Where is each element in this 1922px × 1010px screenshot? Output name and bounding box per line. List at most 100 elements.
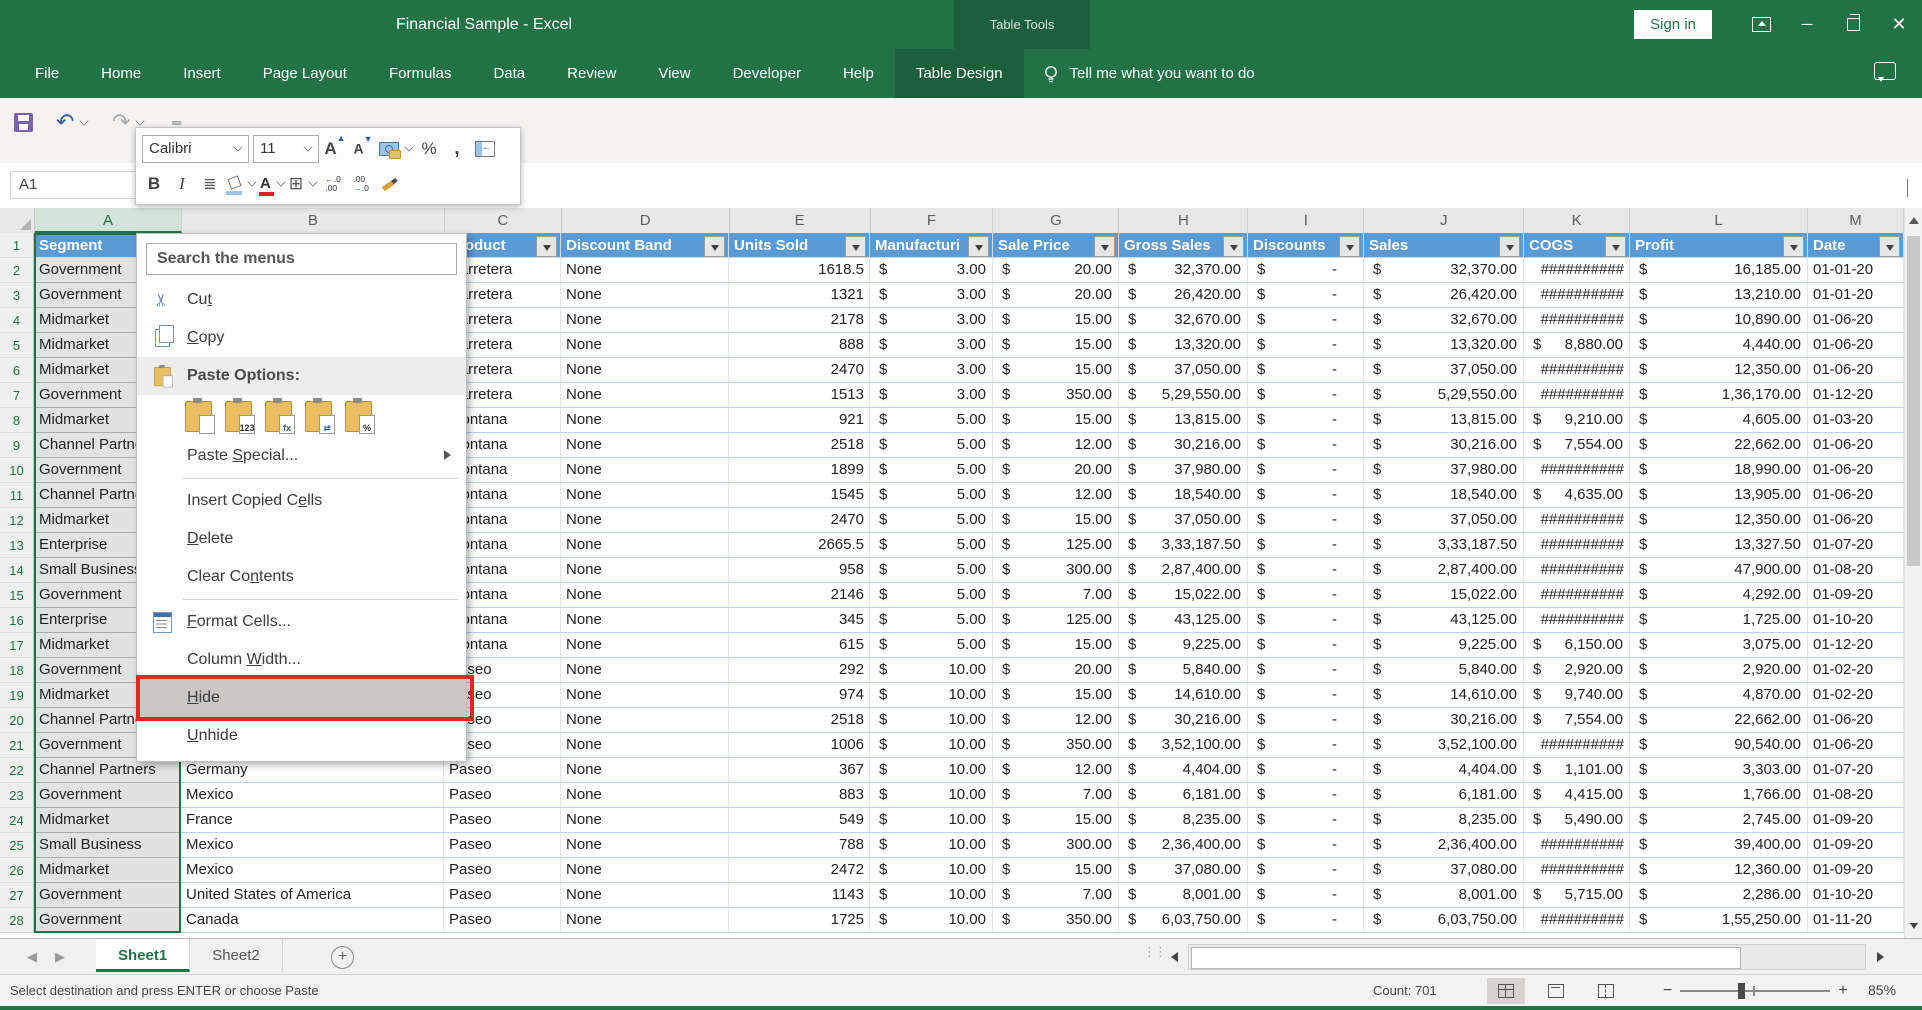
cell-K17[interactable]: $6,150.00 <box>1524 633 1630 658</box>
decrease-font-size-button[interactable]: A▼ <box>351 136 375 162</box>
cell-J13[interactable]: $3,33,187.50 <box>1364 533 1524 558</box>
cell-M5[interactable]: 01-06-20 <box>1808 333 1904 358</box>
cell-F23[interactable]: $10.00 <box>870 783 993 808</box>
cell-H24[interactable]: $8,235.00 <box>1119 808 1248 833</box>
cell-E25[interactable]: 788 <box>729 833 870 858</box>
cell-D17[interactable]: None <box>561 633 729 658</box>
cell-I11[interactable]: $- <box>1248 483 1364 508</box>
cell-L11[interactable]: $13,905.00 <box>1630 483 1808 508</box>
cell-K22[interactable]: $1,101.00 <box>1524 758 1630 783</box>
cell-G28[interactable]: $350.00 <box>993 908 1119 933</box>
cell-D18[interactable]: None <box>561 658 729 683</box>
row-header-22[interactable]: 22 <box>0 758 34 783</box>
cell-F8[interactable]: $5.00 <box>870 408 993 433</box>
cell-E20[interactable]: 2518 <box>729 708 870 733</box>
column-header-manufacturi[interactable]: Manufacturi <box>870 233 993 258</box>
name-box[interactable]: A1 <box>10 171 140 199</box>
cell-I22[interactable]: $- <box>1248 758 1364 783</box>
scroll-down-button[interactable] <box>1905 912 1922 938</box>
cell-H17[interactable]: $9,225.00 <box>1119 633 1248 658</box>
ribbon-tab-data[interactable]: Data <box>472 49 546 98</box>
cell-A24[interactable]: Midmarket <box>34 808 181 833</box>
cell-D16[interactable]: None <box>561 608 729 633</box>
cell-F10[interactable]: $5.00 <box>870 458 993 483</box>
cell-D8[interactable]: None <box>561 408 729 433</box>
cell-H11[interactable]: $18,540.00 <box>1119 483 1248 508</box>
cell-I15[interactable]: $- <box>1248 583 1364 608</box>
cell-K9[interactable]: $7,554.00 <box>1524 433 1630 458</box>
row-header-3[interactable]: 3 <box>0 283 34 308</box>
cell-L28[interactable]: $1,55,250.00 <box>1630 908 1808 933</box>
cell-G4[interactable]: $15.00 <box>993 308 1119 333</box>
cell-E11[interactable]: 1545 <box>729 483 870 508</box>
cell-J9[interactable]: $30,216.00 <box>1364 433 1524 458</box>
cell-K8[interactable]: $9,210.00 <box>1524 408 1630 433</box>
zoom-out-button[interactable]: − <box>1655 982 1680 1000</box>
cell-I16[interactable]: $- <box>1248 608 1364 633</box>
cell-G24[interactable]: $15.00 <box>993 808 1119 833</box>
row-header-26[interactable]: 26 <box>0 858 34 883</box>
cell-H10[interactable]: $37,980.00 <box>1119 458 1248 483</box>
cell-H18[interactable]: $5,840.00 <box>1119 658 1248 683</box>
ribbon-tab-review[interactable]: Review <box>546 49 637 98</box>
cell-H20[interactable]: $30,216.00 <box>1119 708 1248 733</box>
cell-M13[interactable]: 01-07-20 <box>1808 533 1904 558</box>
cell-H21[interactable]: $3,52,100.00 <box>1119 733 1248 758</box>
format-painter-button[interactable] <box>377 171 401 197</box>
column-header-letter-M[interactable]: M <box>1808 208 1904 233</box>
cell-C23[interactable]: Paseo <box>444 783 561 808</box>
cell-F22[interactable]: $10.00 <box>870 758 993 783</box>
cell-G5[interactable]: $15.00 <box>993 333 1119 358</box>
column-header-letter-F[interactable]: F <box>871 208 994 233</box>
cell-L25[interactable]: $39,400.00 <box>1630 833 1808 858</box>
cell-I13[interactable]: $- <box>1248 533 1364 558</box>
cell-M2[interactable]: 01-01-20 <box>1808 258 1904 283</box>
cell-M28[interactable]: 01-11-20 <box>1808 908 1904 933</box>
cell-J25[interactable]: $2,36,400.00 <box>1364 833 1524 858</box>
cell-K6[interactable]: ########## <box>1524 358 1630 383</box>
cell-J23[interactable]: $6,181.00 <box>1364 783 1524 808</box>
cell-J11[interactable]: $18,540.00 <box>1364 483 1524 508</box>
sign-in-button[interactable]: Sign in <box>1634 10 1712 39</box>
cell-B24[interactable]: France <box>181 808 444 833</box>
cell-K15[interactable]: ########## <box>1524 583 1630 608</box>
cell-L24[interactable]: $2,745.00 <box>1630 808 1808 833</box>
row-header-13[interactable]: 13 <box>0 533 34 558</box>
row-header-24[interactable]: 24 <box>0 808 34 833</box>
menu-item-copy[interactable]: Copy <box>137 319 466 357</box>
cell-E7[interactable]: 1513 <box>729 383 870 408</box>
filter-button-e[interactable] <box>845 236 866 257</box>
row-header-27[interactable]: 27 <box>0 883 34 908</box>
cell-F2[interactable]: $3.00 <box>870 258 993 283</box>
cell-G22[interactable]: $12.00 <box>993 758 1119 783</box>
row-header-11[interactable]: 11 <box>0 483 34 508</box>
cell-F7[interactable]: $3.00 <box>870 383 993 408</box>
cell-M9[interactable]: 01-06-20 <box>1808 433 1904 458</box>
cell-J16[interactable]: $43,125.00 <box>1364 608 1524 633</box>
paste-transpose-icon[interactable]: ⇄ <box>305 401 332 432</box>
menu-item-cut[interactable]: ✂Cut <box>137 281 466 319</box>
redo-dropdown-chevron-icon[interactable] <box>136 116 145 125</box>
menu-item-insert-copied-cells[interactable]: Insert Copied Cells <box>137 482 466 520</box>
cell-K2[interactable]: ########## <box>1524 258 1630 283</box>
cell-M11[interactable]: 01-06-20 <box>1808 483 1904 508</box>
cell-D26[interactable]: None <box>561 858 729 883</box>
align-center-button[interactable]: ≣ <box>198 171 222 197</box>
cell-I28[interactable]: $- <box>1248 908 1364 933</box>
cell-G10[interactable]: $20.00 <box>993 458 1119 483</box>
cell-I9[interactable]: $- <box>1248 433 1364 458</box>
menu-item-paste-special[interactable]: Paste Special... <box>137 437 466 475</box>
menu-item-format-cells[interactable]: Format Cells... <box>137 603 466 641</box>
column-header-letter-L[interactable]: L <box>1630 208 1808 233</box>
column-header-letter-B[interactable]: B <box>182 208 445 233</box>
column-header-letter-E[interactable]: E <box>730 208 871 233</box>
cell-M26[interactable]: 01-09-20 <box>1808 858 1904 883</box>
cell-E14[interactable]: 958 <box>729 558 870 583</box>
cell-D25[interactable]: None <box>561 833 729 858</box>
cell-I3[interactable]: $- <box>1248 283 1364 308</box>
cell-J6[interactable]: $37,050.00 <box>1364 358 1524 383</box>
column-header-sales[interactable]: Sales <box>1364 233 1524 258</box>
cell-H23[interactable]: $6,181.00 <box>1119 783 1248 808</box>
zoom-slider-thumb[interactable] <box>1738 983 1745 999</box>
cell-D9[interactable]: None <box>561 433 729 458</box>
